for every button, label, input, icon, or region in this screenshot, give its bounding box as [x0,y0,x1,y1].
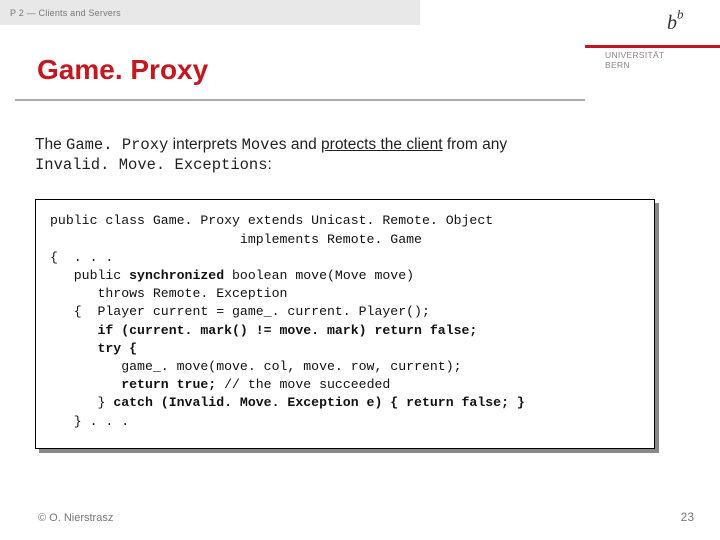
content: The Game. Proxy interprets Moves and pro… [35,135,690,449]
intro-text: The Game. Proxy interprets Moves and pro… [35,135,690,175]
page-title: Game. Proxy [37,54,208,86]
title-bar: Game. Proxy [15,41,585,101]
footer-copyright: © O. Nierstrasz [38,512,113,524]
logo-band [585,45,720,48]
code-block: public class Game. Proxy extends Unicast… [35,199,690,449]
university-logo: bb UNIVERSITÄTBERN [585,0,720,108]
code-box: public class Game. Proxy extends Unicast… [35,199,655,449]
page-number: 23 [681,510,694,524]
logo-text: UNIVERSITÄTBERN [605,50,665,70]
header-strip: P 2 — Clients and Servers [0,0,420,25]
logo-letter: bb [667,5,684,37]
breadcrumb: P 2 — Clients and Servers [10,8,121,18]
code-text: public class Game. Proxy extends Unicast… [50,212,640,431]
